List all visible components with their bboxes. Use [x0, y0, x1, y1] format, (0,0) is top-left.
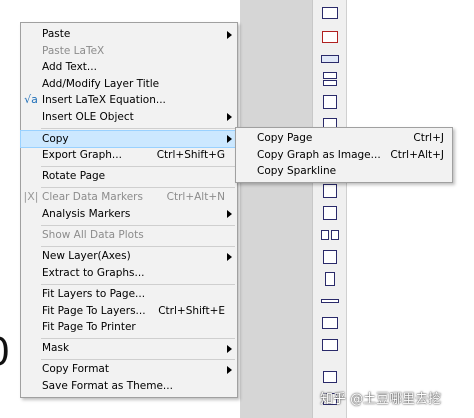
toolbar-button-9[interactable]: [319, 184, 341, 198]
submenu-arrow-icon: [227, 135, 232, 143]
canvas-gray-area: [240, 0, 312, 418]
menu-item-analysis-markers[interactable]: Analysis Markers: [21, 206, 237, 223]
menu-item-new-layer-axes[interactable]: New Layer(Axes): [21, 248, 237, 265]
menu-item-add-modify-layer-title[interactable]: Add/Modify Layer Title: [21, 76, 237, 93]
submenu-item-copy-sparkline[interactable]: Copy Sparkline: [236, 163, 452, 180]
menu-item-rotate-page[interactable]: Rotate Page: [21, 168, 237, 185]
menu-item-copy-format[interactable]: Copy Format: [21, 361, 237, 378]
menu-item-label: Analysis Markers: [42, 207, 131, 220]
menu-item-label: Save Format as Theme...: [42, 379, 173, 392]
toolbar-button-5[interactable]: [319, 95, 341, 109]
menu-item-label: Insert LaTeX Equation...: [42, 94, 166, 106]
menu-item-paste[interactable]: Paste: [21, 26, 237, 43]
menu-item-label: Paste LaTeX: [42, 44, 105, 57]
submenu-item-shortcut: Ctrl+J: [413, 132, 444, 144]
submenu-item-label: Copy Page: [257, 132, 313, 144]
submenu-arrow-icon: [227, 30, 232, 39]
axis-tick-label: 0: [0, 330, 10, 374]
menu-item-label: Fit Layers to Page...: [42, 288, 146, 300]
sqrt-a-icon: √a: [24, 93, 38, 106]
menu-item-shortcut: Ctrl+Alt+N: [166, 191, 225, 203]
menu-item-label: Extract to Graphs...: [42, 266, 145, 279]
menu-separator: [41, 128, 235, 129]
toolbar-button-13[interactable]: [319, 272, 341, 286]
submenu-arrow-icon: [227, 365, 232, 374]
menu-item-fit-layers-to-page[interactable]: Fit Layers to Page...: [21, 286, 237, 303]
copy-submenu: Copy Page Ctrl+J Copy Graph as Image... …: [235, 127, 453, 183]
menu-item-label: Mask: [42, 342, 70, 354]
menu-item-label: Add Text...: [42, 61, 97, 73]
menu-item-shortcut: Ctrl+Shift+E: [158, 304, 225, 317]
toolbar-button-1[interactable]: [319, 6, 341, 20]
submenu-arrow-icon: [227, 113, 232, 121]
menu-item-fit-page-to-printer[interactable]: Fit Page To Printer: [21, 319, 237, 336]
right-pane: [346, 0, 474, 418]
menu-item-add-text[interactable]: Add Text...: [21, 59, 237, 76]
menu-item-label: Copy: [42, 132, 69, 145]
toolbar-button-11[interactable]: [319, 228, 341, 242]
submenu-item-label: Copy Graph as Image...: [257, 148, 381, 161]
toolbar-button-14[interactable]: [319, 294, 341, 308]
menu-item-insert-ole-object[interactable]: Insert OLE Object: [21, 109, 237, 126]
submenu-item-label: Copy Sparkline: [257, 165, 337, 177]
toolbar-button-17[interactable]: [319, 370, 341, 384]
menu-separator: [41, 166, 235, 167]
menu-item-label: Fit Page To Layers...: [42, 304, 146, 317]
menu-separator: [41, 187, 235, 188]
watermark-text: 知乎 @土豆哪里去挖: [320, 392, 442, 407]
submenu-item-copy-page[interactable]: Copy Page Ctrl+J: [236, 130, 452, 147]
menu-item-label: New Layer(Axes): [42, 250, 131, 262]
toolbar-button-16[interactable]: [319, 338, 341, 352]
clear-markers-icon: |X|: [23, 190, 39, 203]
submenu-arrow-icon: [227, 252, 232, 261]
context-menu: Paste Paste LaTeX Add Text... Add/Modify…: [20, 22, 238, 398]
menu-item-mask[interactable]: Mask: [21, 340, 237, 357]
submenu-item-shortcut: Ctrl+Alt+J: [390, 148, 444, 161]
menu-separator: [41, 246, 235, 247]
menu-separator: [41, 338, 235, 339]
menu-item-label: Copy Format: [42, 363, 109, 375]
menu-item-export-graph[interactable]: Export Graph... Ctrl+Shift+G: [21, 147, 237, 164]
menu-item-shortcut: Ctrl+Shift+G: [156, 149, 225, 161]
layer-toolbar: [312, 0, 347, 418]
toolbar-button-12[interactable]: [319, 250, 341, 264]
menu-item-label: Insert OLE Object: [42, 110, 134, 123]
menu-item-label: Fit Page To Printer: [42, 321, 136, 333]
menu-item-copy[interactable]: Copy: [20, 129, 238, 148]
menu-item-label: Export Graph...: [42, 149, 122, 161]
menu-item-label: Clear Data Markers: [42, 191, 143, 203]
menu-item-insert-latex-equation[interactable]: √a Insert LaTeX Equation...: [21, 92, 237, 109]
menu-item-paste-latex[interactable]: Paste LaTeX: [21, 43, 237, 60]
toolbar-button-2[interactable]: [319, 30, 341, 44]
menu-separator: [41, 225, 235, 226]
toolbar-button-10[interactable]: [319, 206, 341, 220]
menu-item-clear-data-markers[interactable]: |X| Clear Data Markers Ctrl+Alt+N: [21, 189, 237, 206]
toolbar-button-4[interactable]: [319, 72, 341, 86]
menu-item-save-format-as-theme[interactable]: Save Format as Theme...: [21, 378, 237, 395]
menu-item-label: Rotate Page: [42, 170, 106, 182]
submenu-arrow-icon: [227, 344, 232, 353]
submenu-item-copy-graph-as-image[interactable]: Copy Graph as Image... Ctrl+Alt+J: [236, 147, 452, 164]
toolbar-button-3[interactable]: [319, 52, 341, 66]
menu-item-label: Paste: [42, 28, 71, 40]
menu-item-extract-to-graphs[interactable]: Extract to Graphs...: [21, 265, 237, 282]
menu-item-fit-page-to-layers[interactable]: Fit Page To Layers... Ctrl+Shift+E: [21, 303, 237, 320]
menu-separator: [41, 359, 235, 360]
submenu-arrow-icon: [227, 210, 232, 218]
toolbar-button-15[interactable]: [319, 316, 341, 330]
menu-item-label: Add/Modify Layer Title: [42, 77, 160, 90]
menu-item-label: Show All Data Plots: [42, 229, 144, 241]
menu-separator: [41, 284, 235, 285]
menu-item-show-all-data-plots[interactable]: Show All Data Plots: [21, 227, 237, 244]
